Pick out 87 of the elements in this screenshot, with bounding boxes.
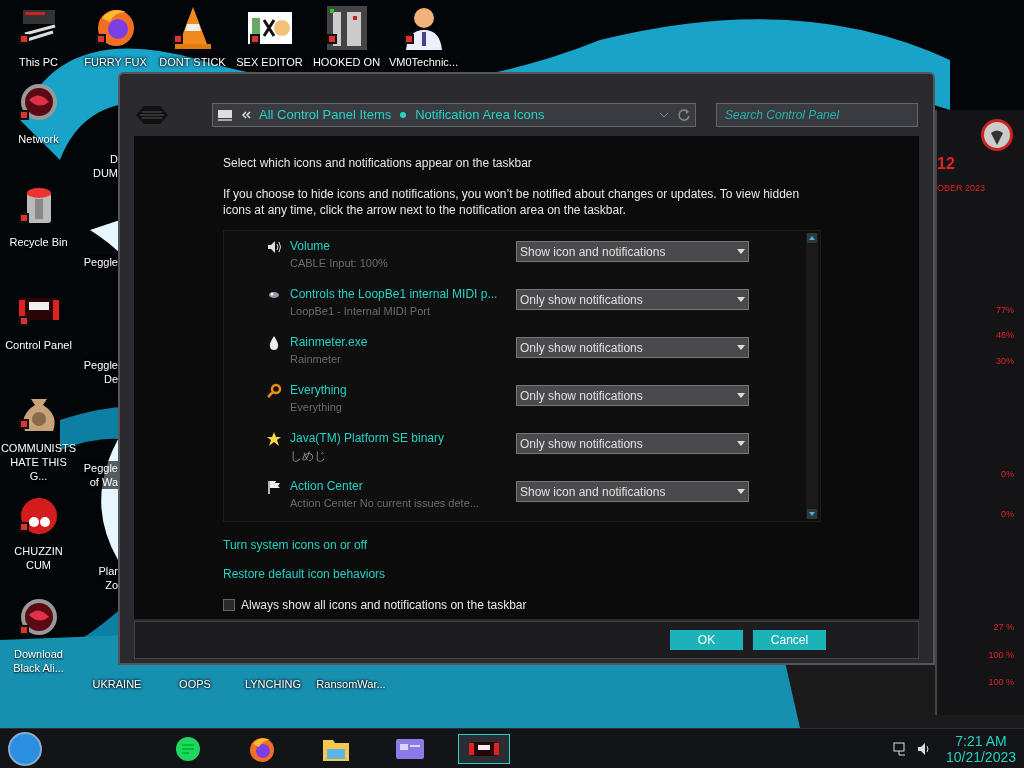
desktop-icon-label[interactable]: Download Black Ali...	[0, 647, 77, 675]
desktop-icon-label[interactable]: UKRAINE	[78, 676, 156, 693]
refresh-icon[interactable]	[677, 108, 691, 122]
caret-icon	[737, 393, 745, 398]
meter-reading: 0%	[1001, 468, 1014, 481]
desktop-icon-label[interactable]: OOPS	[156, 676, 234, 693]
app-detail: LoopBe1 - Internal MIDI Port	[290, 304, 431, 319]
desktop-icon-label[interactable]: LYNCHING	[234, 676, 312, 693]
app-name: Rainmeter.exe	[290, 334, 369, 351]
behavior-dropdown[interactable]: Show icon and notifications	[516, 481, 749, 502]
date-text: 12	[937, 154, 955, 174]
settings-link[interactable]: Restore default icon behaviors	[223, 565, 386, 583]
card-icon	[395, 737, 425, 760]
desktop-icon-label[interactable]: of Wa	[89, 475, 118, 489]
address-bar[interactable]: All Control Panel Items Notification Area Icons	[212, 103, 696, 127]
meter-reading: 77%	[996, 303, 1014, 317]
app-detail: CABLE Input: 100%	[290, 256, 389, 271]
app-detail: しめじ	[290, 448, 327, 465]
caret-icon	[737, 345, 745, 350]
behavior-dropdown[interactable]: Only show notifications	[516, 337, 749, 358]
desktop-icon-label[interactable]: SEX EDITOR	[236, 56, 303, 69]
app-name: Java(TM) Platform SE binary	[290, 430, 446, 447]
app-detail: Rainmeter	[290, 352, 342, 367]
double-chevron-icon	[241, 110, 251, 120]
meter-reading: 0%	[1001, 507, 1014, 521]
desktop-icon-label[interactable]: Network	[0, 132, 77, 146]
desktop-icon-label[interactable]: COMMUNISTS HATE THIS G...	[0, 441, 77, 483]
search-icon	[266, 383, 282, 399]
caret-icon	[737, 249, 745, 254]
app-name: Everything	[290, 382, 348, 399]
clock-time[interactable]: 7:21 AM	[955, 732, 1007, 749]
breadcrumb-link[interactable]: Notification Area Icons	[415, 105, 545, 125]
breadcrumb-link[interactable]: All Control Panel Items	[259, 105, 392, 125]
chat-icon	[175, 735, 201, 762]
taskbar-button[interactable]	[458, 733, 510, 764]
behavior-dropdown[interactable]: Only show notifications	[516, 433, 749, 454]
desktop-icon-label[interactable]: Peggle	[83, 461, 118, 475]
network-icon[interactable]	[891, 740, 908, 757]
start-button[interactable]	[8, 731, 42, 766]
settings-link[interactable]: Turn system icons on or off	[223, 536, 368, 554]
desktop-icon-label[interactable]: De	[103, 372, 118, 386]
star-icon	[266, 431, 282, 447]
desktop-icon-label[interactable]: This PC	[18, 56, 59, 69]
meter-reading: 30%	[996, 354, 1014, 368]
clock-date[interactable]: 10/21/2023	[945, 748, 1016, 765]
grille-icon	[134, 104, 170, 126]
app-name: Action Center	[290, 478, 364, 495]
checkbox-label: Always show all icons and notifications on the taskbar	[241, 597, 527, 614]
desktop-icon-label[interactable]: Peggle	[83, 255, 118, 269]
caret-icon	[737, 489, 745, 494]
scrollbar[interactable]	[806, 233, 818, 519]
behavior-dropdown[interactable]: Show icon and notifications	[516, 241, 749, 262]
desktop-icon-label[interactable]: HOOKED ON	[312, 56, 381, 69]
caret-icon	[737, 441, 745, 446]
search-field[interactable]: Search Control Panel	[716, 103, 918, 127]
scroll-up-icon[interactable]	[807, 233, 817, 243]
flag-icon	[266, 479, 282, 495]
desktop-icon-label[interactable]: DUM	[92, 166, 118, 180]
desktop-icon-label[interactable]: Peggle	[83, 358, 118, 372]
desktop-icon-label[interactable]: Recycle Bin	[0, 235, 77, 249]
desktop-icon-label[interactable]: D	[110, 152, 118, 166]
meter-reading: 100 %	[988, 648, 1014, 662]
page-heading: Select which icons and notifications appear on the taskbar	[223, 155, 533, 172]
checkbox[interactable]	[223, 599, 235, 611]
app-name: Volume	[290, 238, 332, 255]
speaker-icon	[266, 239, 282, 255]
app-detail: Action Center No current issues dete...	[290, 496, 480, 511]
desktop-icon-label[interactable]: RansomWar...	[312, 676, 390, 693]
date-text: OBER 2023	[937, 182, 986, 195]
description-text: If you choose to hide icons and notifications, you won’t be notified about changes or updates. To view hidden icons at any time, click the arrow next to the notification area on the taskbar.	[223, 186, 801, 218]
computer-icon	[217, 109, 233, 121]
behavior-dropdown[interactable]: Only show notifications	[516, 385, 749, 406]
desktop-icon-label[interactable]: Zo	[105, 578, 118, 592]
desktop-icon-label[interactable]: Plar	[98, 564, 118, 578]
scroll-down-icon[interactable]	[807, 509, 817, 519]
behavior-dropdown[interactable]: Only show notifications	[516, 289, 749, 310]
desktop-icon-label[interactable]: Control Panel	[0, 338, 77, 352]
app-name: Controls the LoopBe1 internal MIDI p...	[290, 286, 499, 303]
caret-icon	[737, 297, 745, 302]
meter-reading: 100 %	[988, 676, 1014, 689]
meter-reading: 46%	[996, 329, 1014, 342]
meter-reading: 27 %	[993, 621, 1014, 634]
chevron-down-icon[interactable]	[659, 111, 669, 119]
dot-icon	[399, 111, 408, 119]
app-detail: Everything	[290, 400, 343, 415]
desktop-icon-label[interactable]: CHUZZIN CUM	[0, 544, 77, 572]
desktop-icon-label[interactable]: VM0Technic...	[388, 56, 459, 69]
